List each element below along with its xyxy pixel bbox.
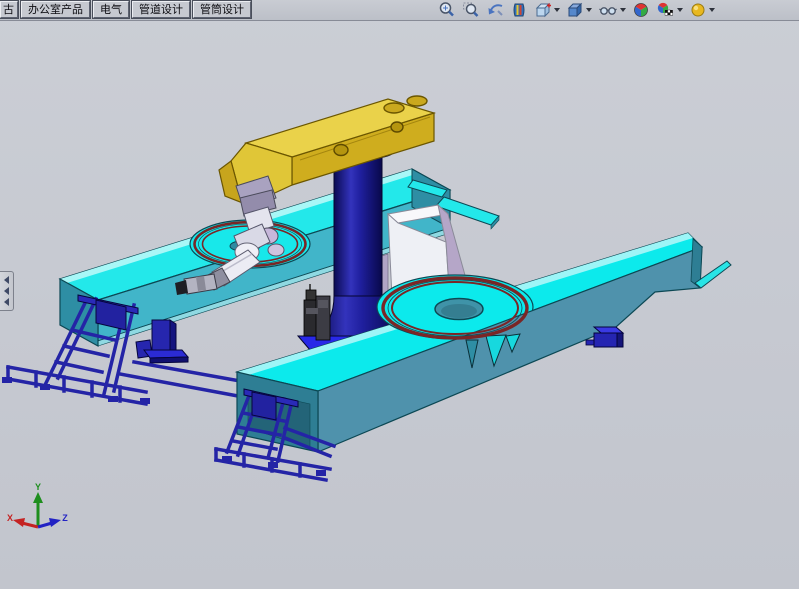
display-style-glyph bbox=[566, 1, 584, 19]
command-manager-bar: 古 办公室产品 电气 管道设计 管筒设计 bbox=[0, 0, 799, 21]
apply-scene-glyph bbox=[656, 1, 675, 19]
view-orientation-glyph bbox=[534, 1, 552, 19]
left-support-stand[interactable] bbox=[2, 295, 268, 404]
previous-view-icon[interactable] bbox=[486, 1, 504, 19]
edit-appearance-glyph bbox=[632, 1, 650, 19]
view-settings-dropdown-caret[interactable] bbox=[709, 8, 715, 12]
display-style-dropdown-caret[interactable] bbox=[586, 8, 592, 12]
triad-x-label: X bbox=[7, 513, 13, 523]
apply-scene-icon[interactable] bbox=[656, 1, 683, 19]
zoom-to-area-glyph bbox=[462, 1, 480, 19]
triad-z-label: Z bbox=[62, 513, 68, 523]
view-orientation-icon[interactable] bbox=[534, 1, 560, 19]
hide-show-items-dropdown-caret[interactable] bbox=[620, 8, 626, 12]
view-settings-icon[interactable] bbox=[689, 1, 715, 19]
tab-tubing-design[interactable]: 管筒设计 bbox=[193, 1, 251, 18]
view-settings-glyph bbox=[689, 1, 707, 19]
view-orientation-dropdown-caret[interactable] bbox=[554, 8, 560, 12]
collapse-left-icon bbox=[4, 287, 9, 295]
apply-scene-dropdown-caret[interactable] bbox=[677, 8, 683, 12]
graphics-area[interactable]: Y X Z bbox=[0, 0, 799, 589]
tab-electrical[interactable]: 电气 bbox=[93, 1, 129, 18]
orientation-triad: Y X Z bbox=[7, 482, 68, 527]
display-style-icon[interactable] bbox=[566, 1, 592, 19]
ribbon-tabs: 古 办公室产品 电气 管道设计 管筒设计 bbox=[0, 0, 254, 20]
triad-y-label: Y bbox=[35, 482, 41, 492]
tab-piping-design[interactable]: 管道设计 bbox=[132, 1, 190, 18]
section-view-icon[interactable] bbox=[510, 1, 528, 19]
section-view-glyph bbox=[510, 1, 528, 19]
heads-up-view-toolbar bbox=[438, 1, 715, 19]
edit-appearance-icon[interactable] bbox=[632, 1, 650, 19]
previous-view-glyph bbox=[486, 1, 504, 19]
hide-show-items-glyph bbox=[598, 1, 618, 19]
zoom-to-area-icon[interactable] bbox=[462, 1, 480, 19]
tab-office-products[interactable]: 办公室产品 bbox=[21, 1, 90, 18]
tab-partial[interactable]: 古 bbox=[0, 1, 18, 18]
zoom-to-fit-glyph bbox=[438, 1, 456, 19]
zoom-to-fit-icon[interactable] bbox=[438, 1, 456, 19]
feature-panel-splitter[interactable] bbox=[0, 271, 14, 311]
column-control-device[interactable] bbox=[304, 284, 330, 340]
solidworks-window: { "ribbon": { "tabs": [ {"label": "古"}, … bbox=[0, 0, 799, 589]
hide-show-items-icon[interactable] bbox=[598, 1, 626, 19]
collapse-left-icon bbox=[4, 276, 9, 284]
collapse-left-icon bbox=[4, 298, 9, 306]
